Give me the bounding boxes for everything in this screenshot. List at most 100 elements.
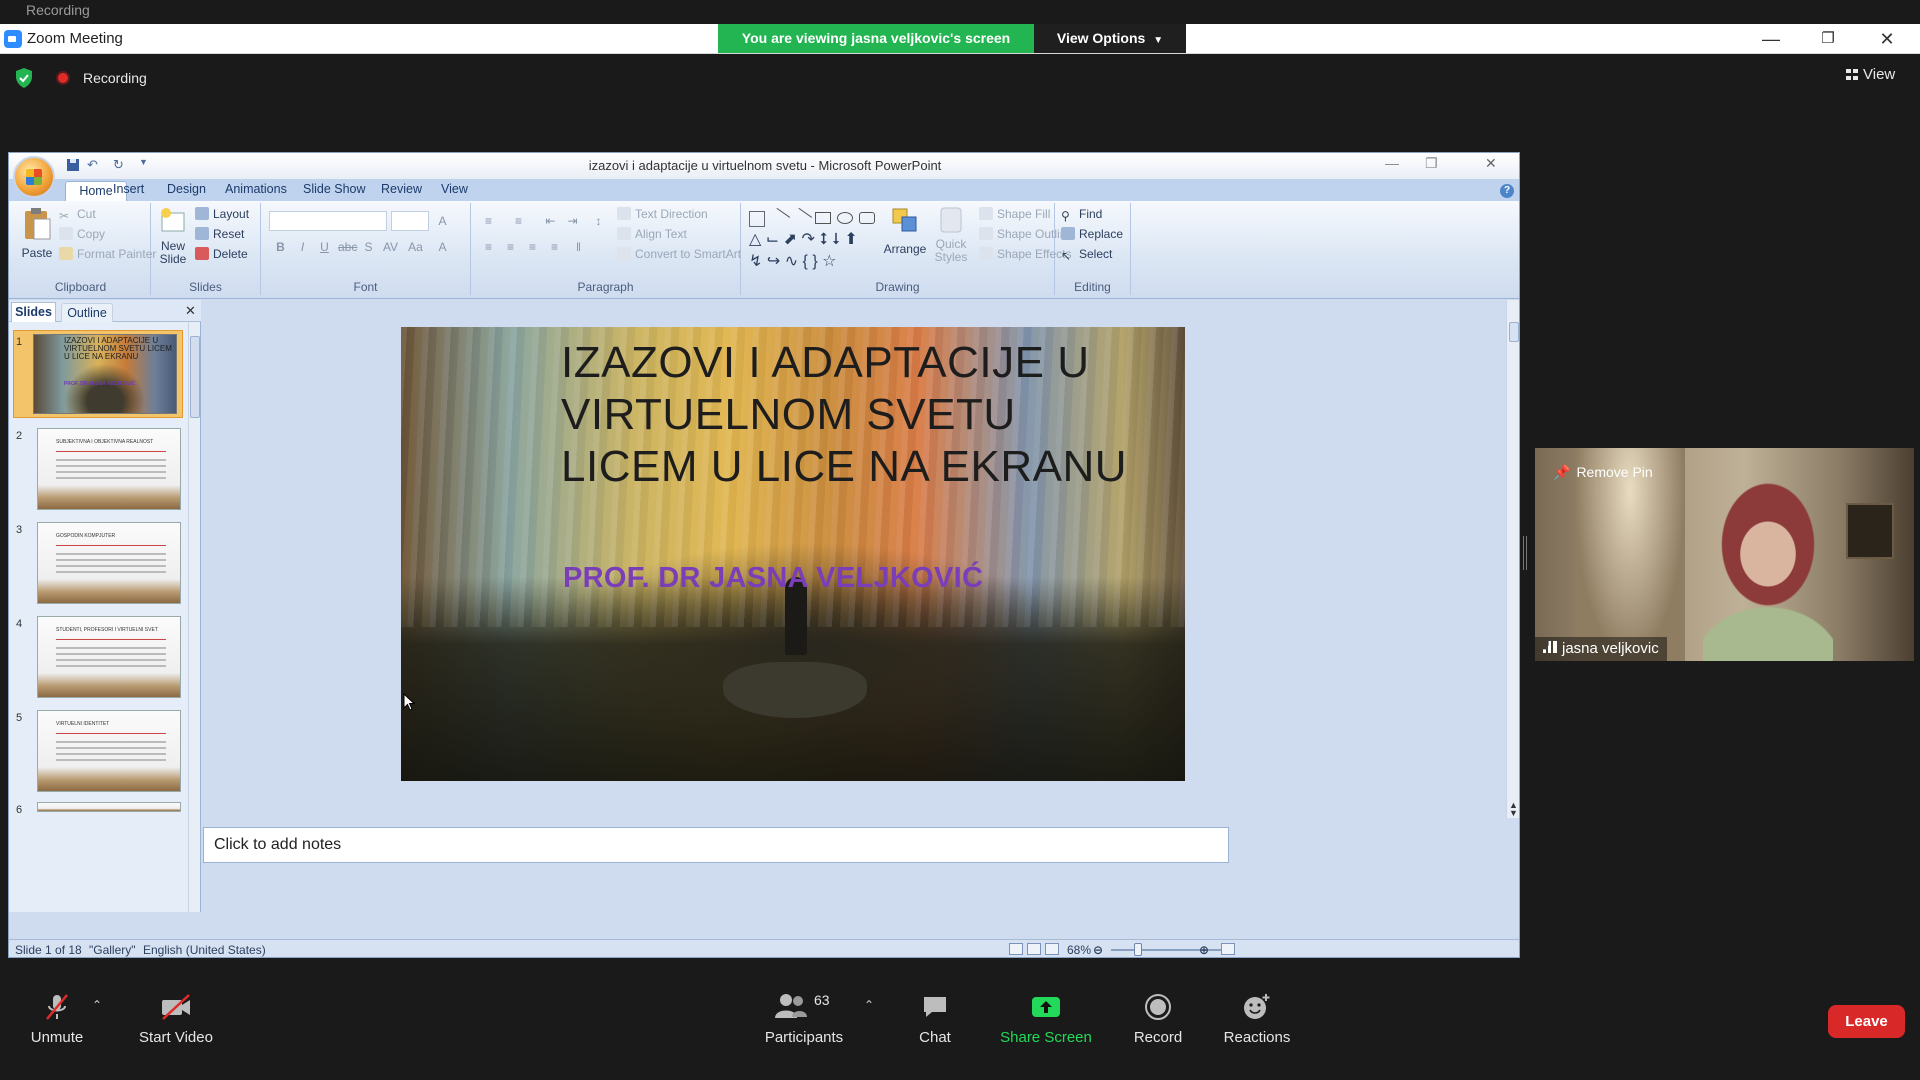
bullets-icon[interactable]: ≡ — [479, 211, 498, 230]
close-pane-icon[interactable]: ✕ — [185, 303, 196, 319]
slide-vertical-scrollbar[interactable]: ▲ ▼ — [1506, 300, 1519, 818]
character-spacing-icon[interactable]: AV — [381, 237, 400, 256]
chat-button[interactable]: Chat — [910, 992, 960, 1046]
layout-button[interactable]: Layout — [195, 207, 249, 221]
office-button-icon[interactable] — [13, 156, 55, 198]
reactions-button[interactable]: Reactions — [1222, 992, 1292, 1046]
arrow-shape-icon[interactable] — [789, 207, 813, 231]
italic-icon[interactable]: I — [293, 237, 312, 256]
decrease-indent-icon[interactable]: ⇤ — [541, 211, 560, 230]
shape-fill-button[interactable]: Shape Fill — [979, 207, 1050, 221]
change-case-icon[interactable]: Aa — [406, 237, 425, 256]
leave-button[interactable]: Leave — [1828, 1005, 1905, 1038]
zoom-slider-knob[interactable] — [1134, 943, 1142, 956]
paste-button[interactable]: Paste — [19, 207, 55, 269]
align-text-button[interactable]: Align Text — [617, 227, 687, 241]
justify-icon[interactable]: ≡ — [545, 237, 564, 256]
replace-button[interactable]: Replace — [1061, 227, 1123, 241]
view-button[interactable]: View — [1846, 66, 1904, 88]
reset-button[interactable]: Reset — [195, 227, 244, 241]
font-color-icon[interactable]: A — [433, 237, 452, 256]
quick-styles-button[interactable]: Quick Styles — [931, 205, 971, 264]
security-shield-icon[interactable] — [13, 67, 35, 89]
slide-thumbnail-5[interactable]: VIRTUELNI IDENTITET — [37, 710, 181, 792]
tab-design[interactable]: Design — [167, 182, 206, 196]
slide-thumbnail-2[interactable]: SUBJEKTIVNA I OBJEKTIVNA REALNOST — [37, 428, 181, 510]
next-slide-icon[interactable]: ▼ — [1509, 808, 1518, 818]
participants-chevron-icon[interactable]: ⌃ — [864, 998, 874, 1012]
numbering-icon[interactable]: ≡ — [509, 211, 528, 230]
more-shapes-row[interactable]: △ ⌙ ⬈ ↷ ⭥ ⭣ ⬆ — [749, 229, 858, 249]
align-right-icon[interactable]: ≡ — [523, 237, 542, 256]
scrollbar-thumb[interactable] — [190, 336, 200, 418]
shadow-icon[interactable]: S — [359, 237, 378, 256]
tab-outline[interactable]: Outline — [61, 303, 113, 322]
zoom-level[interactable]: 68% — [1067, 943, 1091, 957]
slide-show-icon[interactable] — [1045, 943, 1059, 955]
zoom-in-icon[interactable]: ⊕ — [1199, 943, 1209, 957]
slide-thumbnail-6[interactable] — [37, 802, 181, 812]
notes-pane[interactable]: Click to add notes — [203, 827, 1229, 863]
select-button[interactable]: ↖ Select — [1061, 247, 1112, 263]
scrollbar-thumb[interactable] — [1509, 322, 1519, 342]
cut-button[interactable]: ✂ Cut — [59, 207, 96, 223]
more-shapes-row-2[interactable]: ↯ ↪ ∿ { } ☆ — [749, 251, 836, 271]
slide-thumbnail-4[interactable]: STUDENTI, PROFESORI I VIRTUELNI SVET — [37, 616, 181, 698]
oval-shape-icon[interactable] — [837, 212, 853, 224]
undo-icon[interactable]: ↶ — [87, 157, 103, 173]
line-spacing-icon[interactable]: ↕ — [589, 211, 608, 230]
redo-icon[interactable]: ↻ — [113, 157, 129, 173]
start-video-button[interactable]: Start Video — [134, 992, 218, 1046]
close-icon[interactable]: ✕ — [1864, 24, 1910, 54]
split-resize-handle[interactable] — [1523, 536, 1527, 570]
find-button[interactable]: ⚲ Find — [1061, 207, 1102, 223]
fit-to-window-icon[interactable] — [1221, 943, 1235, 955]
zoom-out-icon[interactable]: ⊖ — [1093, 943, 1103, 957]
ppt-close-icon[interactable]: ✕ — [1485, 155, 1497, 172]
rectangle-shape-icon[interactable] — [815, 212, 831, 224]
slide-thumbnail-1[interactable]: IZAZOVI I ADAPTACIJE U VIRTUELNOM SVETU … — [33, 334, 177, 414]
unmute-button[interactable]: Unmute — [26, 992, 88, 1046]
view-options-button[interactable]: View Options ▼ — [1034, 24, 1186, 53]
delete-button[interactable]: Delete — [195, 247, 248, 261]
increase-indent-icon[interactable]: ⇥ — [563, 211, 582, 230]
slide-subtitle[interactable]: PROF. DR JASNA VELJKOVIĆ — [563, 562, 983, 595]
tab-animations[interactable]: Animations — [225, 182, 287, 196]
text-direction-button[interactable]: Text Direction — [617, 207, 708, 221]
tab-slide-show[interactable]: Slide Show — [303, 182, 366, 196]
record-button[interactable]: Record — [1128, 992, 1188, 1046]
slide-thumbnail-3[interactable]: GOSPODIN KOMPJUTER — [37, 522, 181, 604]
minimize-icon[interactable]: — — [1748, 24, 1794, 54]
tab-slides[interactable]: Slides — [11, 302, 56, 322]
restore-icon[interactable]: ❐ — [1805, 24, 1851, 54]
qat-dropdown-icon[interactable]: ▼ — [139, 157, 155, 173]
help-icon[interactable]: ? — [1500, 184, 1514, 198]
tab-insert[interactable]: Insert — [113, 182, 144, 196]
align-left-icon[interactable]: ≡ — [479, 237, 498, 256]
normal-view-icon[interactable] — [1009, 943, 1023, 955]
arrange-button[interactable]: Arrange — [883, 205, 927, 256]
participants-button[interactable]: 63 Participants — [760, 992, 848, 1046]
bold-icon[interactable]: B — [271, 237, 290, 256]
save-icon[interactable] — [65, 157, 81, 173]
tab-review[interactable]: Review — [381, 182, 422, 196]
ppt-restore-icon[interactable]: ❐ — [1425, 155, 1438, 172]
share-screen-button[interactable]: Share Screen — [996, 992, 1096, 1046]
slides-pane-scrollbar[interactable] — [188, 322, 200, 912]
remove-pin-button[interactable]: 📌 Remove Pin — [1553, 464, 1653, 481]
audio-options-chevron-icon[interactable]: ⌃ — [92, 998, 102, 1012]
underline-icon[interactable]: U — [315, 237, 334, 256]
language[interactable]: English (United States) — [143, 943, 266, 957]
tab-view[interactable]: View — [441, 182, 468, 196]
copy-button[interactable]: Copy — [59, 227, 105, 241]
slide-sorter-icon[interactable] — [1027, 943, 1041, 955]
line-shape-icon[interactable] — [767, 207, 791, 231]
columns-icon[interactable]: ‖ — [569, 237, 588, 256]
rounded-rectangle-shape-icon[interactable] — [859, 212, 875, 224]
grow-font-icon[interactable]: A — [433, 211, 452, 230]
ppt-minimize-icon[interactable]: — — [1385, 155, 1399, 171]
slide-title[interactable]: IZAZOVI I ADAPTACIJE U VIRTUELNOM SVETU … — [561, 337, 1141, 493]
textbox-shape-icon[interactable] — [749, 211, 765, 227]
new-slide-button[interactable]: New Slide — [155, 207, 191, 266]
current-slide[interactable]: IZAZOVI I ADAPTACIJE U VIRTUELNOM SVETU … — [401, 327, 1185, 781]
